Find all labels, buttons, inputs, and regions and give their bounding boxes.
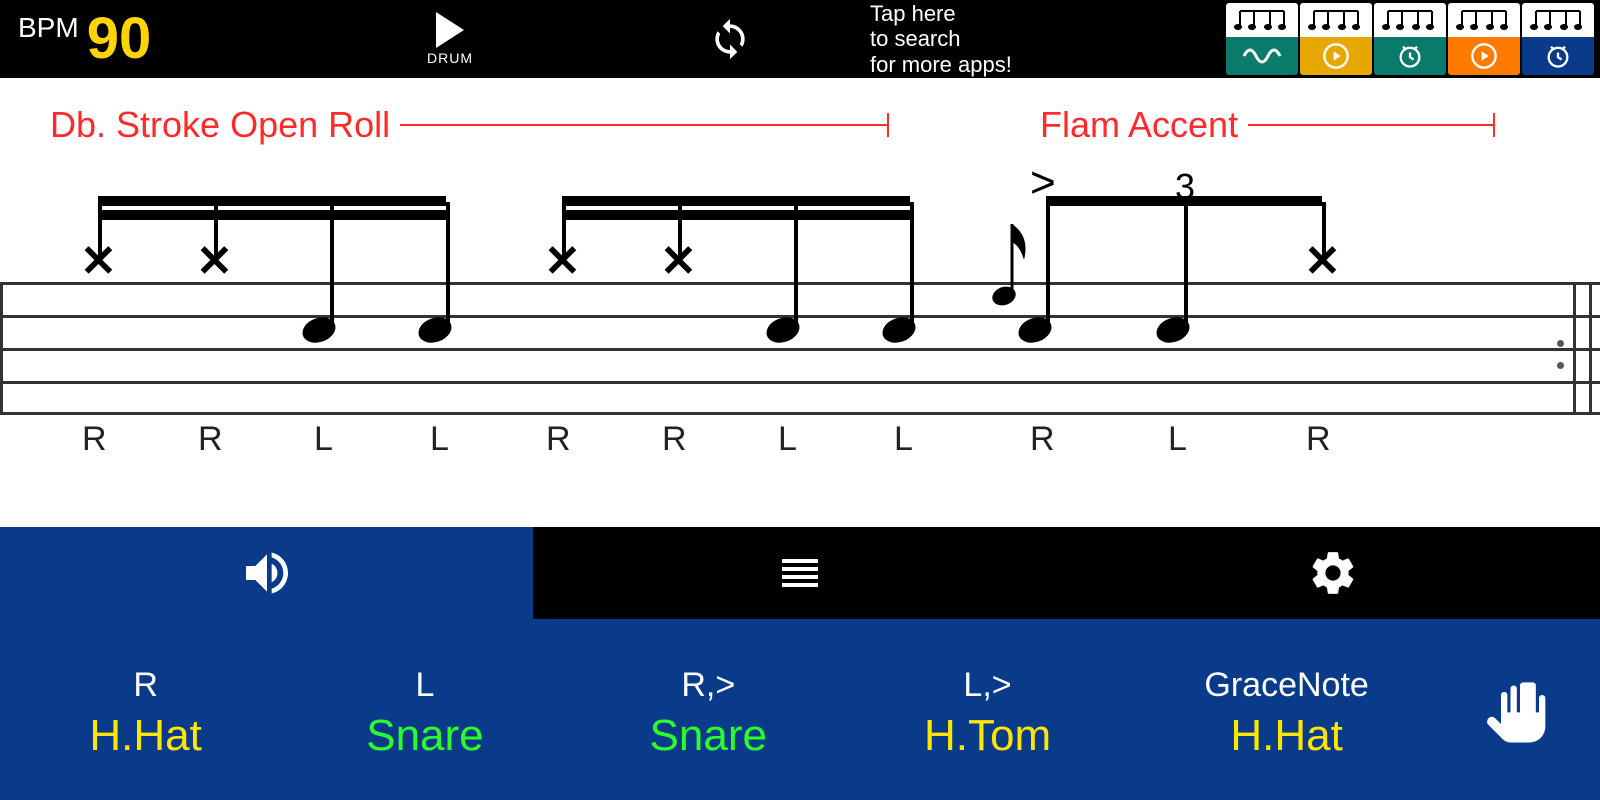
play-button[interactable]: DRUM [300, 12, 600, 66]
app-thumbs [1226, 3, 1600, 75]
list-icon [776, 549, 824, 597]
hand-button[interactable] [1450, 627, 1590, 800]
sound-control[interactable]: L,> H.Tom [852, 627, 1123, 800]
app-thumb[interactable] [1448, 3, 1520, 75]
speaker-icon [239, 545, 295, 601]
control-drum: H.Hat [1230, 711, 1342, 761]
sticking-letter: L [1168, 420, 1187, 459]
control-drum: Snare [650, 711, 767, 761]
app-thumb[interactable] [1522, 3, 1594, 75]
sticking-letter: R [1306, 420, 1331, 459]
sound-controls: R H.Hat L Snare R,> Snare L,> H.Tom GraceNote H… [0, 619, 1600, 800]
sound-control[interactable]: GraceNote H.Hat [1135, 627, 1438, 800]
sticking-letter: R [198, 420, 223, 459]
tab-list[interactable] [533, 527, 1066, 619]
sticking-letter: R [662, 420, 687, 459]
top-bar: BPM 90 DRUM Tap here to search for more … [0, 0, 1600, 78]
control-hand: L,> [963, 666, 1011, 705]
control-drum: Snare [366, 711, 483, 761]
hand-icon [1482, 676, 1558, 752]
rudiment-left-label: Db. Stroke Open Roll [50, 104, 390, 146]
ad-banner[interactable]: Tap here to search for more apps! [860, 1, 1226, 77]
play-label: DRUM [427, 50, 473, 66]
ad-line: for more apps! [870, 52, 1226, 77]
sticking-letter: R [546, 420, 571, 459]
app-thumb[interactable] [1374, 3, 1446, 75]
bottom-panel: R H.Hat L Snare R,> Snare L,> H.Tom GraceNote H… [0, 527, 1600, 800]
rudiment-left: Db. Stroke Open Roll [50, 104, 889, 146]
tab-bar [0, 527, 1600, 619]
sticking-letter: L [778, 420, 797, 459]
grace-note-icon [980, 218, 1030, 318]
ad-line: Tap here [870, 1, 1226, 26]
sound-control[interactable]: R,> Snare [573, 627, 844, 800]
control-hand: R [133, 666, 158, 705]
rudiment-right-label: Flam Accent [1040, 104, 1238, 146]
bpm-control[interactable]: BPM 90 [0, 10, 300, 68]
control-hand: L [415, 666, 434, 705]
control-hand: GraceNote [1204, 666, 1368, 705]
loop-button[interactable] [600, 17, 860, 61]
tab-sound[interactable] [0, 527, 533, 619]
app-thumb[interactable] [1300, 3, 1372, 75]
sound-control[interactable]: L Snare [289, 627, 560, 800]
sticking-letter: L [894, 420, 913, 459]
sticking-letter: R [1030, 420, 1055, 459]
tab-settings[interactable] [1067, 527, 1600, 619]
gear-icon [1307, 547, 1359, 599]
staff [0, 282, 1600, 412]
bpm-value: 90 [87, 10, 152, 68]
control-drum: H.Hat [89, 711, 201, 761]
sound-control[interactable]: R H.Hat [10, 627, 281, 800]
sticking-letter: L [430, 420, 449, 459]
bpm-label: BPM [18, 12, 79, 44]
control-drum: H.Tom [924, 711, 1051, 761]
control-hand: R,> [681, 666, 735, 705]
sticking-letter: R [82, 420, 107, 459]
rudiment-right: Flam Accent [1040, 104, 1495, 146]
score-area[interactable]: Db. Stroke Open Roll Flam Accent > 3 ✕R✕… [0, 78, 1600, 527]
sticking-letter: L [314, 420, 333, 459]
loop-icon [708, 17, 752, 61]
ad-line: to search [870, 26, 1226, 51]
accent-mark: > [1030, 158, 1056, 208]
play-icon [436, 12, 464, 48]
app-thumb[interactable] [1226, 3, 1298, 75]
